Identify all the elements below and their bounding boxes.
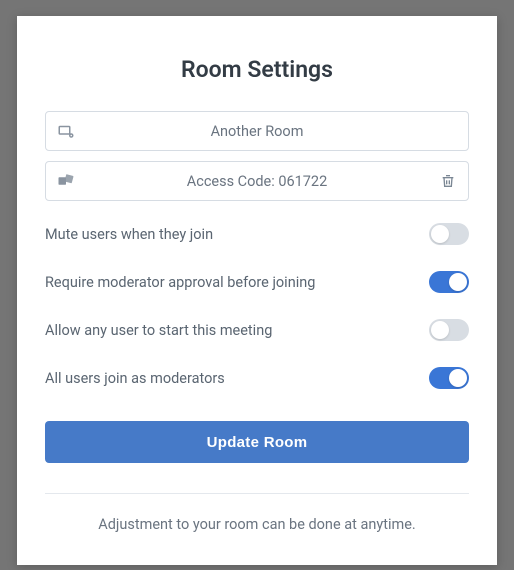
delete-access-code-button[interactable] xyxy=(428,173,468,189)
setting-join-as-mod: All users join as moderators xyxy=(45,367,469,389)
setting-mute-label: Mute users when they join xyxy=(45,226,213,243)
access-code-field[interactable]: Access Code: 061722 xyxy=(45,161,469,201)
setting-approval: Require moderator approval before joinin… xyxy=(45,271,469,293)
footer-note: Adjustment to your room can be done at a… xyxy=(45,516,469,533)
modal-title: Room Settings xyxy=(45,56,469,83)
room-settings-modal: Room Settings Another Room Access Code: … xyxy=(17,16,497,565)
setting-anyone-start-toggle[interactable] xyxy=(429,319,469,341)
setting-join-as-mod-label: All users join as moderators xyxy=(45,370,225,387)
room-name-field[interactable]: Another Room xyxy=(45,111,469,151)
dice-icon xyxy=(46,172,86,190)
divider xyxy=(45,493,469,494)
setting-approval-label: Require moderator approval before joinin… xyxy=(45,274,315,291)
setting-join-as-mod-toggle[interactable] xyxy=(429,367,469,389)
access-code-text: Access Code: 061722 xyxy=(86,173,428,190)
settings-list: Mute users when they join Require modera… xyxy=(45,223,469,389)
setting-anyone-start-label: Allow any user to start this meeting xyxy=(45,322,272,339)
setting-approval-toggle[interactable] xyxy=(429,271,469,293)
setting-anyone-start: Allow any user to start this meeting xyxy=(45,319,469,341)
room-icon xyxy=(46,122,86,140)
setting-mute: Mute users when they join xyxy=(45,223,469,245)
room-name-text: Another Room xyxy=(86,123,468,140)
update-room-button[interactable]: Update Room xyxy=(45,421,469,463)
setting-mute-toggle[interactable] xyxy=(429,223,469,245)
